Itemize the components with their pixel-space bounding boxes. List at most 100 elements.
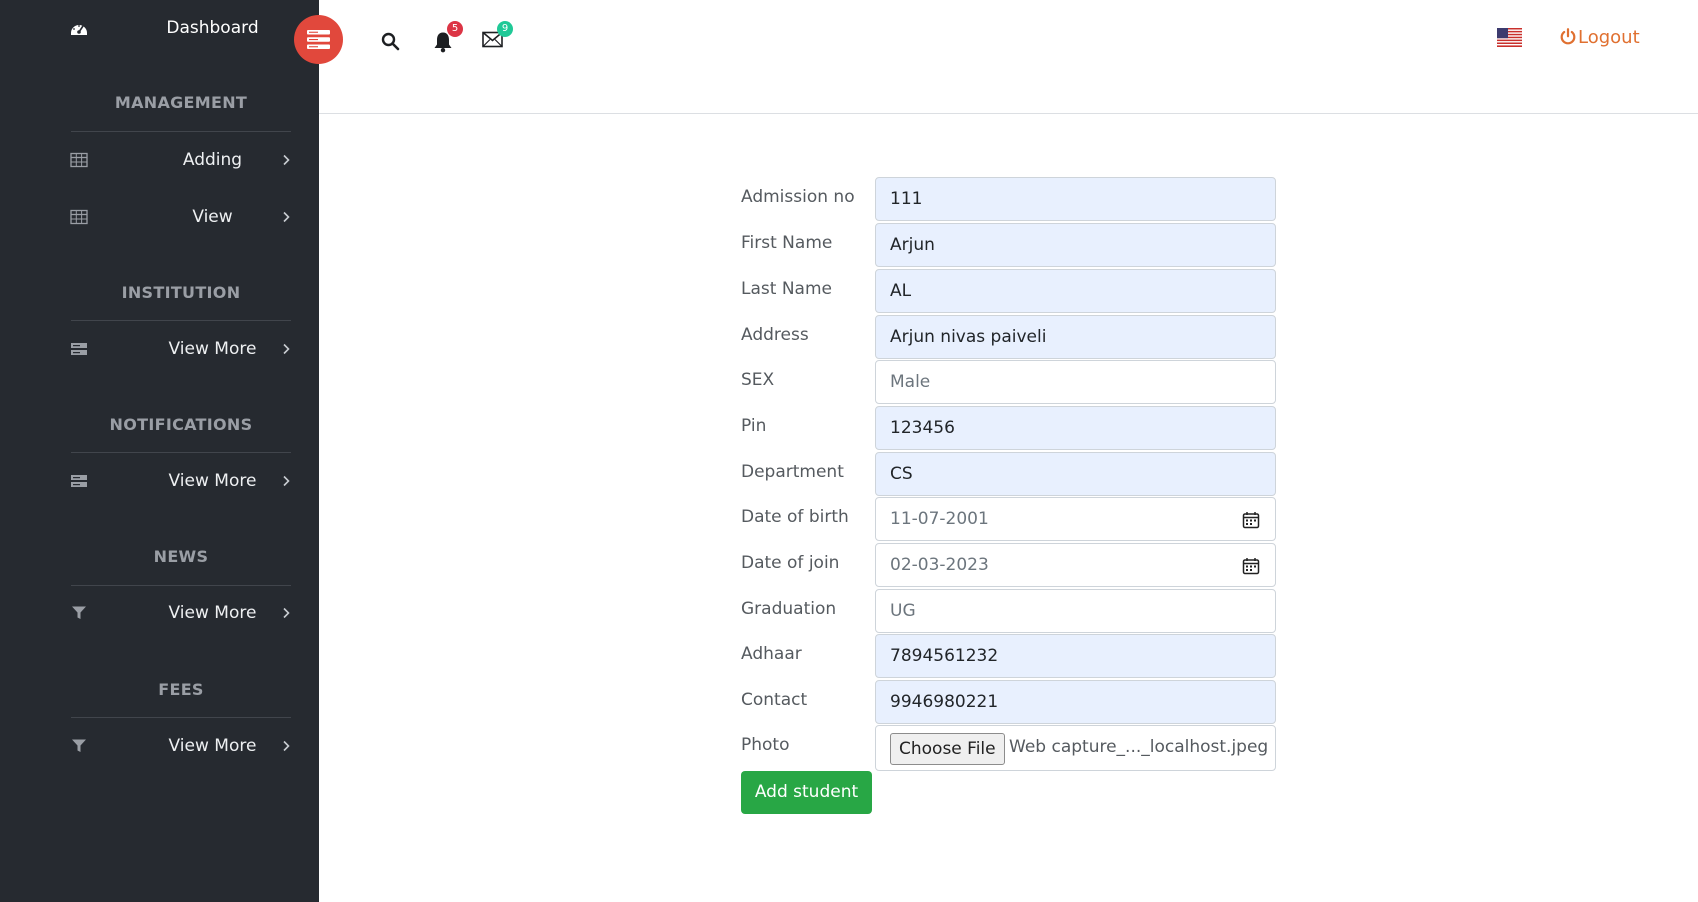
department-input[interactable]: CS — [875, 452, 1276, 496]
field-label: Address — [741, 325, 809, 345]
sidebar-section-fees: FEES — [158, 680, 204, 699]
chevron-right-icon — [283, 607, 290, 619]
form-row-last-name: Last Name AL — [741, 269, 1276, 313]
search-icon[interactable] — [381, 32, 400, 51]
power-icon — [1560, 28, 1576, 45]
address-input[interactable]: Arjun nivas paiveli — [875, 315, 1276, 359]
form-row-address: Address Arjun nivas paiveli — [741, 315, 1276, 359]
form-row-contact: Contact 9946980221 — [741, 680, 1276, 724]
contact-input[interactable]: 9946980221 — [875, 680, 1276, 724]
field-label: Contact — [741, 690, 808, 710]
sidebar-divider — [71, 452, 291, 453]
field-placeholder: Male — [890, 372, 931, 392]
chevron-right-icon — [283, 475, 290, 487]
form-row-admission-no: Admission no 111 — [741, 177, 1276, 221]
field-label: Department — [741, 462, 844, 482]
field-value: 111 — [890, 189, 923, 209]
date-of-birth-input[interactable]: 11-07-2001 — [875, 497, 1276, 541]
sidebar-divider — [71, 131, 291, 132]
us-flag-icon[interactable] — [1497, 28, 1522, 47]
notification-count-badge: 5 — [447, 21, 463, 37]
choose-file-button[interactable]: Choose File — [890, 733, 1005, 765]
sidebar-item-fees-view-more[interactable]: View More — [0, 731, 319, 761]
field-label: Admission no — [741, 187, 855, 207]
header-divider — [319, 113, 1698, 114]
calendar-icon[interactable] — [1242, 557, 1260, 575]
sidebar-section-news: NEWS — [153, 547, 209, 566]
chevron-right-icon — [283, 740, 290, 752]
server-icon — [71, 343, 87, 355]
field-value: 123456 — [890, 418, 955, 438]
pin-input[interactable]: 123456 — [875, 406, 1276, 450]
field-label: Adhaar — [741, 644, 802, 664]
graduation-input[interactable]: UG — [875, 589, 1276, 633]
field-value: 7894561232 — [890, 646, 999, 666]
field-value: Arjun — [890, 235, 935, 255]
sidebar-item-institution-view-more[interactable]: View More — [0, 334, 319, 364]
form-row-pin: Pin 123456 — [741, 406, 1276, 450]
field-placeholder: UG — [890, 601, 916, 621]
field-label: First Name — [741, 233, 833, 253]
sidebar-section-notifications: NOTIFICATIONS — [109, 415, 253, 434]
field-value: 11-07-2001 — [890, 509, 989, 529]
field-label: Date of join — [741, 553, 840, 573]
dashboard-gauge-icon — [71, 25, 87, 35]
form-row-adhaar: Adhaar 7894561232 — [741, 634, 1276, 678]
field-label: Pin — [741, 416, 767, 436]
photo-file-input[interactable]: Choose File Web capture_..._localhost.jp… — [875, 725, 1276, 771]
last-name-input[interactable]: AL — [875, 269, 1276, 313]
field-label: Graduation — [741, 599, 837, 619]
field-label: SEX — [741, 370, 775, 390]
field-value: CS — [890, 464, 913, 484]
form-row-photo: Photo Choose File Web capture_..._localh… — [741, 725, 1276, 771]
sidebar-item-news-view-more[interactable]: View More — [0, 598, 319, 628]
sidebar-item-label: View More — [168, 339, 257, 359]
menu-icon — [307, 30, 330, 49]
field-value: 02-03-2023 — [890, 555, 989, 575]
sidebar-toggle-button[interactable] — [294, 15, 343, 64]
filter-icon — [72, 739, 86, 752]
sidebar-item-view[interactable]: View — [0, 202, 319, 232]
sidebar-item-label: View More — [168, 603, 257, 623]
sidebar-item-label: View More — [168, 736, 257, 756]
form-row-graduation: Graduation UG — [741, 589, 1276, 633]
sidebar-item-notifications-view-more[interactable]: View More — [0, 466, 319, 496]
sidebar-item-adding[interactable]: Adding — [0, 145, 319, 175]
table-icon — [70, 209, 88, 225]
chevron-right-icon — [283, 343, 290, 355]
calendar-icon[interactable] — [1242, 511, 1260, 529]
sidebar-item-label: View More — [168, 471, 257, 491]
field-value: AL — [890, 281, 912, 301]
logout-label: Logout — [1578, 27, 1640, 48]
sidebar-divider — [71, 717, 291, 718]
sidebar-divider — [71, 320, 291, 321]
field-value: 9946980221 — [890, 692, 999, 712]
form-row-date-of-birth: Date of birth 11-07-2001 — [741, 497, 1276, 541]
sidebar-section-management: MANAGEMENT — [114, 93, 248, 112]
form-row-first-name: First Name Arjun — [741, 223, 1276, 267]
sidebar-item-label: View — [192, 207, 233, 227]
table-icon — [70, 152, 88, 168]
add-student-button[interactable]: Add student — [741, 771, 872, 814]
logout-button[interactable]: Logout — [1560, 27, 1640, 48]
field-label: Photo — [741, 735, 790, 755]
field-label: Date of birth — [741, 507, 849, 527]
chevron-right-icon — [283, 211, 290, 223]
first-name-input[interactable]: Arjun — [875, 223, 1276, 267]
sidebar-item-label: Adding — [182, 150, 243, 170]
sidebar-item-dashboard[interactable]: Dashboard — [0, 17, 319, 41]
sidebar: Dashboard MANAGEMENT Adding View INSTITU… — [0, 0, 319, 902]
chevron-right-icon — [283, 154, 290, 166]
field-value: Arjun nivas paiveli — [890, 327, 1047, 347]
messages-button[interactable]: 9 — [482, 21, 513, 48]
form-row-date-of-join: Date of join 02-03-2023 — [741, 543, 1276, 587]
admission-no-input[interactable]: 111 — [875, 177, 1276, 221]
adhaar-input[interactable]: 7894561232 — [875, 634, 1276, 678]
server-icon — [71, 475, 87, 487]
selected-file-name: Web capture_..._localhost.jpeg — [1009, 737, 1269, 757]
field-label: Last Name — [741, 279, 832, 299]
notification-button[interactable]: 5 — [433, 21, 463, 53]
sex-input[interactable]: Male — [875, 360, 1276, 404]
date-of-join-input[interactable]: 02-03-2023 — [875, 543, 1276, 587]
form-row-department: Department CS — [741, 452, 1276, 496]
